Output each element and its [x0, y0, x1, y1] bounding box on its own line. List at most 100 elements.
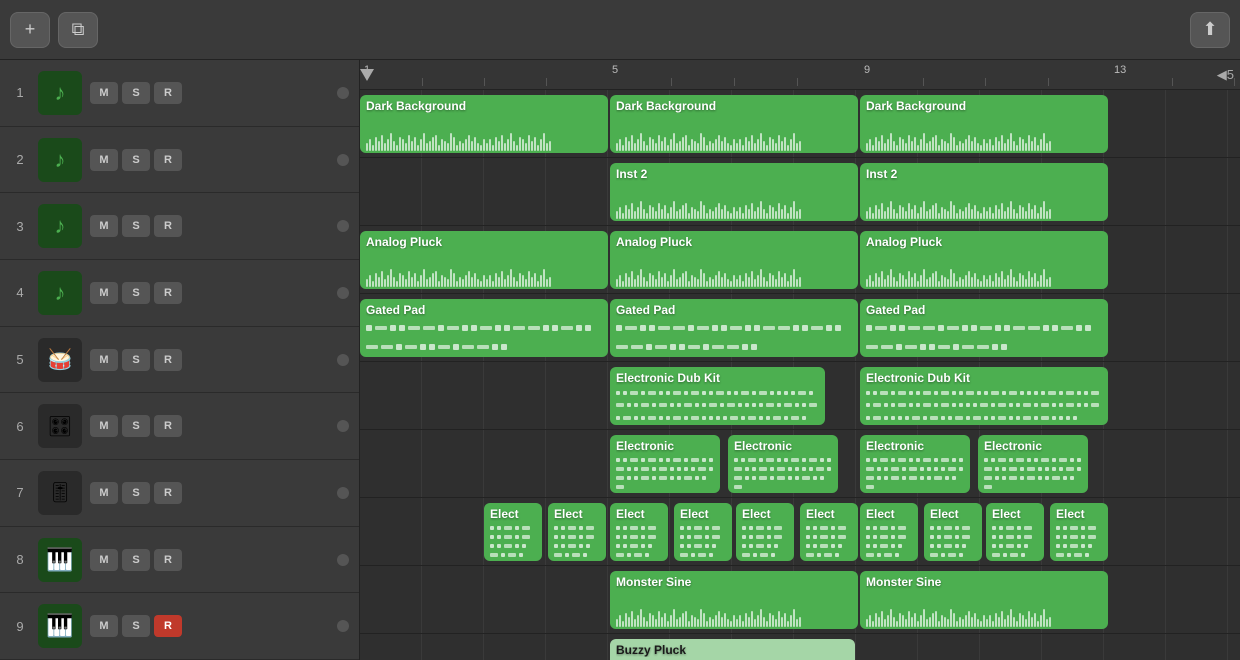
wave-bar: [1049, 209, 1051, 219]
wave-bar: [790, 207, 792, 219]
clip-3-1[interactable]: Analog Pluck: [610, 231, 858, 289]
clip-8-0[interactable]: Monster Sine: [610, 571, 858, 629]
clip-6-0[interactable]: Electronic: [610, 435, 720, 493]
ruler-tick: [671, 78, 672, 86]
solo-button[interactable]: S: [122, 415, 150, 437]
clip-8-1[interactable]: Monster Sine: [860, 571, 1108, 629]
pattern-dot: [920, 344, 926, 350]
solo-button[interactable]: S: [122, 349, 150, 371]
drum-dot: [788, 476, 792, 480]
drum-dot: [712, 544, 716, 548]
solo-button[interactable]: S: [122, 82, 150, 104]
mute-button[interactable]: M: [90, 215, 118, 237]
clip-6-3[interactable]: Electronic: [978, 435, 1088, 493]
drum-line: [941, 391, 949, 395]
end-marker: ◀5: [1217, 67, 1234, 83]
wave-bar: [682, 137, 684, 151]
clip-6-1[interactable]: Electronic: [728, 435, 838, 493]
drum-dot: [955, 526, 959, 530]
clip-4-0[interactable]: Gated Pad: [360, 299, 608, 357]
clip-4-1[interactable]: Gated Pad: [610, 299, 858, 357]
clip-1-0[interactable]: Dark Background: [360, 95, 608, 153]
mute-button[interactable]: M: [90, 282, 118, 304]
wave-bar: [631, 611, 633, 627]
clip-5-1[interactable]: Electronic Dub Kit: [860, 367, 1108, 425]
wave-bar: [1031, 209, 1033, 219]
rec-button[interactable]: R: [154, 215, 182, 237]
rec-button[interactable]: R: [154, 149, 182, 171]
rec-button[interactable]: R: [154, 549, 182, 571]
clip-3-2[interactable]: Analog Pluck: [860, 231, 1108, 289]
clip-7-1[interactable]: Elect: [548, 503, 606, 561]
mute-button[interactable]: M: [90, 349, 118, 371]
track-icon: 🎹: [38, 538, 82, 582]
clip-7-4[interactable]: Elect: [736, 503, 794, 561]
clip-1-1[interactable]: Dark Background: [610, 95, 858, 153]
wave-bar: [787, 621, 789, 627]
wave-bar: [998, 277, 1000, 287]
mute-button[interactable]: M: [90, 615, 118, 637]
drum-dot: [565, 553, 569, 557]
duplicate-button[interactable]: ⧉: [58, 12, 98, 48]
clip-6-2[interactable]: Electronic: [860, 435, 970, 493]
drum-line: [884, 553, 892, 557]
clip-9-0[interactable]: Buzzy Pluck: [610, 639, 855, 660]
wave-bar: [745, 137, 747, 151]
upload-button[interactable]: ⬆: [1190, 12, 1230, 48]
clip-pattern: [742, 521, 788, 559]
wave-bar: [944, 277, 946, 287]
clip-3-0[interactable]: Analog Pluck: [360, 231, 608, 289]
rec-button[interactable]: R: [154, 349, 182, 371]
solo-button[interactable]: S: [122, 282, 150, 304]
playhead[interactable]: [360, 60, 374, 89]
drum-dot: [759, 458, 763, 462]
clip-4-2[interactable]: Gated Pad: [860, 299, 1108, 357]
clip-7-5[interactable]: Elect: [800, 503, 858, 561]
clip-1-2[interactable]: Dark Background: [860, 95, 1108, 153]
drum-dot: [752, 476, 756, 480]
drum-line: [554, 553, 562, 557]
clip-waveform: [866, 249, 1102, 287]
drum-dot: [1024, 544, 1028, 548]
pattern-dot: [1001, 344, 1007, 350]
mute-button[interactable]: M: [90, 149, 118, 171]
wave-bar: [637, 615, 639, 627]
clip-2-1[interactable]: Inst 2: [860, 163, 1108, 221]
solo-button[interactable]: S: [122, 149, 150, 171]
solo-button[interactable]: S: [122, 482, 150, 504]
drum-dot: [1016, 416, 1020, 420]
clip-2-0[interactable]: Inst 2: [610, 163, 858, 221]
drum-dot: [820, 476, 824, 480]
clip-7-9[interactable]: Elect: [1050, 503, 1108, 561]
solo-button[interactable]: S: [122, 549, 150, 571]
rec-button[interactable]: R: [154, 415, 182, 437]
mute-button[interactable]: M: [90, 415, 118, 437]
clip-5-0[interactable]: Electronic Dub Kit: [610, 367, 825, 425]
rec-button[interactable]: R: [154, 282, 182, 304]
rec-button[interactable]: R: [154, 482, 182, 504]
track-number: 8: [10, 552, 30, 567]
clip-7-6[interactable]: Elect: [860, 503, 918, 561]
solo-button[interactable]: S: [122, 615, 150, 637]
drum-line: [716, 391, 724, 395]
note-icon: ♪: [55, 280, 66, 306]
mute-button[interactable]: M: [90, 482, 118, 504]
clip-7-2[interactable]: Elect: [610, 503, 668, 561]
add-button[interactable]: +: [10, 12, 50, 48]
rec-button[interactable]: R: [154, 615, 182, 637]
drum-line: [730, 416, 738, 420]
clip-7-8[interactable]: Elect: [986, 503, 1044, 561]
solo-button[interactable]: S: [122, 215, 150, 237]
clip-7-0[interactable]: Elect: [484, 503, 542, 561]
drum-dot: [955, 535, 959, 539]
clip-7-3[interactable]: Elect: [674, 503, 732, 561]
clip-7-7[interactable]: Elect: [924, 503, 982, 561]
drum-dot: [1034, 416, 1038, 420]
drum-line: [760, 553, 768, 557]
drum-line: [838, 526, 846, 530]
wave-bar: [414, 137, 416, 151]
rec-button[interactable]: R: [154, 82, 182, 104]
drum-line: [490, 553, 498, 557]
mute-button[interactable]: M: [90, 549, 118, 571]
mute-button[interactable]: M: [90, 82, 118, 104]
